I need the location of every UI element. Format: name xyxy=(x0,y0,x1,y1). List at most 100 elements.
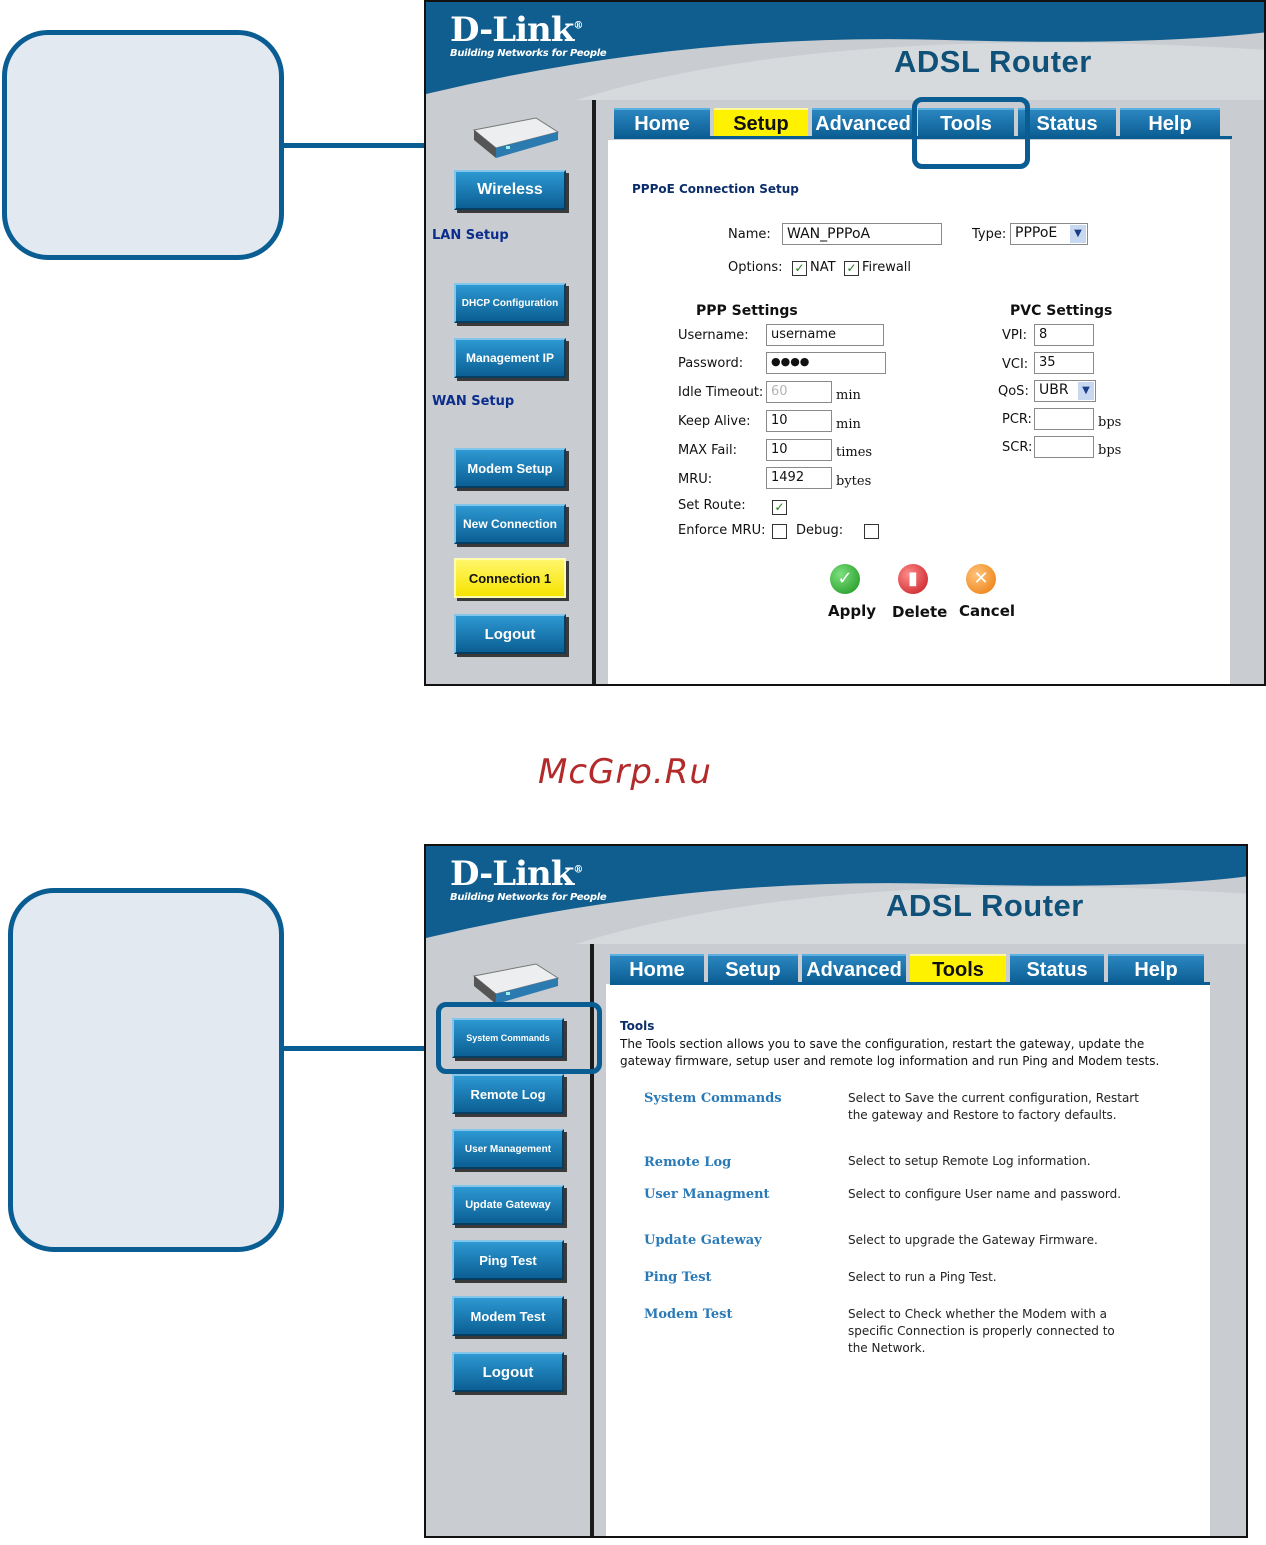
header-banner: D-Link® Building Networks for People ADS… xyxy=(426,2,1264,100)
delete-button[interactable]: Delete xyxy=(892,603,947,621)
desc-user-management: Select to configure User name and passwo… xyxy=(848,1187,1122,1201)
keep-alive-unit: min xyxy=(836,417,861,432)
tab-tools[interactable]: Tools xyxy=(910,954,1006,984)
debug-checkbox[interactable] xyxy=(864,524,879,539)
sidebar-divider xyxy=(592,100,596,684)
sidebar-modem-setup-button[interactable]: Modem Setup xyxy=(454,448,566,488)
x-circle-icon[interactable]: ✕ xyxy=(966,564,996,594)
nat-checkbox[interactable]: ✓ xyxy=(792,261,807,276)
link-user-management[interactable]: User Managment xyxy=(644,1187,770,1202)
set-route-checkbox[interactable]: ✓ xyxy=(772,500,787,515)
qos-select[interactable]: UBR ▼ xyxy=(1034,380,1096,402)
tab-status[interactable]: Status xyxy=(1010,954,1104,984)
sidebar-update-gateway-button[interactable]: Update Gateway xyxy=(452,1185,564,1225)
debug-label: Debug: xyxy=(796,523,844,538)
desc-ping-test: Select to run a Ping Test. xyxy=(848,1270,997,1284)
desc-system-commands: Select to Save the current configuration… xyxy=(848,1091,1139,1122)
enforce-mru-checkbox[interactable] xyxy=(772,524,787,539)
watermark-text: McGrp.Ru xyxy=(538,752,712,792)
keep-alive-input[interactable]: 10 xyxy=(766,410,832,432)
sidebar-management-ip-button[interactable]: Management IP xyxy=(454,338,566,378)
product-title: ADSL Router xyxy=(894,44,1092,79)
dlink-slogan: Building Networks for People xyxy=(450,892,607,903)
pcr-input[interactable] xyxy=(1034,408,1094,430)
ppp-settings-heading: PPP Settings xyxy=(696,303,798,319)
check-circle-icon[interactable]: ✓ xyxy=(830,564,860,594)
type-label: Type: xyxy=(972,227,1007,242)
router-screen-tools: D-Link® Building Networks for People ADS… xyxy=(424,844,1248,1538)
vci-input[interactable]: 35 xyxy=(1034,352,1094,374)
trash-icon[interactable]: ▮ xyxy=(898,564,928,594)
sidebar-ping-test-button[interactable]: Ping Test xyxy=(452,1240,564,1280)
idle-timeout-label: Idle Timeout: xyxy=(678,385,764,400)
link-ping-test[interactable]: Ping Test xyxy=(644,1270,712,1285)
pcr-unit: bps xyxy=(1098,415,1122,430)
tab-help[interactable]: Help xyxy=(1120,108,1220,138)
tools-intro: The Tools section allows you to save the… xyxy=(620,1037,1160,1068)
desc-update-gateway: Select to upgrade the Gateway Firmware. xyxy=(848,1233,1098,1247)
type-select[interactable]: PPPoE ▼ xyxy=(1010,223,1088,245)
max-fail-input[interactable]: 10 xyxy=(766,439,832,461)
link-update-gateway[interactable]: Update Gateway xyxy=(644,1233,762,1248)
keep-alive-label: Keep Alive: xyxy=(678,414,751,429)
sidebar-wireless-button[interactable]: Wireless xyxy=(454,170,566,210)
dlink-slogan: Building Networks for People xyxy=(450,48,607,59)
tools-heading: Tools xyxy=(620,1019,655,1033)
sidebar-logout-button[interactable]: Logout xyxy=(452,1352,564,1392)
sidebar-new-connection-button[interactable]: New Connection xyxy=(454,504,566,544)
firewall-checkbox[interactable]: ✓ xyxy=(844,261,859,276)
sidebar-logout-button[interactable]: Logout xyxy=(454,614,566,654)
sidebar-remote-log-button[interactable]: Remote Log xyxy=(452,1074,564,1114)
nat-label: NAT xyxy=(810,260,836,275)
sidebar-connection1-button[interactable]: Connection 1 xyxy=(454,558,566,598)
router-device-icon xyxy=(472,117,560,158)
pcr-label: PCR: xyxy=(1002,412,1032,427)
apply-button[interactable]: Apply xyxy=(828,602,876,620)
vpi-input[interactable]: 8 xyxy=(1034,324,1094,346)
chevron-down-icon: ▼ xyxy=(1078,382,1094,400)
scr-input[interactable] xyxy=(1034,436,1094,458)
tools-tab-highlight xyxy=(912,97,1030,169)
system-commands-highlight xyxy=(436,1002,602,1074)
set-route-label: Set Route: xyxy=(678,498,746,513)
tab-bar-underline xyxy=(610,982,1210,985)
password-input[interactable]: ●●●● xyxy=(766,352,886,374)
password-label: Password: xyxy=(678,356,744,371)
tab-home[interactable]: Home xyxy=(614,108,710,138)
callout-box-top xyxy=(2,30,284,260)
sidebar-dhcp-button[interactable]: DHCP Configuration xyxy=(454,283,566,323)
link-modem-test[interactable]: Modem Test xyxy=(644,1307,732,1322)
name-label: Name: xyxy=(728,227,771,242)
chevron-down-icon: ▼ xyxy=(1070,225,1086,243)
tab-advanced[interactable]: Advanced xyxy=(802,954,906,984)
username-label: Username: xyxy=(678,328,749,343)
link-system-commands[interactable]: System Commands xyxy=(644,1091,782,1106)
sidebar-modem-test-button[interactable]: Modem Test xyxy=(452,1296,564,1336)
tab-status[interactable]: Status xyxy=(1018,108,1116,138)
cancel-button[interactable]: Cancel xyxy=(959,602,1015,620)
section-title: PPPoE Connection Setup xyxy=(632,182,799,196)
name-input[interactable]: WAN_PPPoA xyxy=(782,223,942,245)
vci-label: VCI: xyxy=(1002,357,1029,372)
tab-setup[interactable]: Setup xyxy=(708,954,798,984)
idle-timeout-input[interactable]: 60 xyxy=(766,381,832,403)
dlink-logo: D-Link® xyxy=(450,854,583,894)
tab-help[interactable]: Help xyxy=(1108,954,1204,984)
tab-advanced[interactable]: Advanced xyxy=(812,108,914,138)
max-fail-unit: times xyxy=(836,445,873,460)
mru-input[interactable]: 1492 xyxy=(766,467,832,489)
lan-setup-label: LAN Setup xyxy=(432,228,509,243)
header-banner: D-Link® Building Networks for People ADS… xyxy=(426,846,1246,944)
username-input[interactable]: username xyxy=(766,324,884,346)
link-remote-log[interactable]: Remote Log xyxy=(644,1155,731,1170)
tab-setup[interactable]: Setup xyxy=(714,108,808,138)
sidebar-user-management-button[interactable]: User Management xyxy=(452,1129,564,1169)
main-tab-bar: Home Setup Advanced Tools Status Help xyxy=(610,954,1208,984)
router-screen-setup: D-Link® Building Networks for People ADS… xyxy=(424,0,1266,686)
tab-home[interactable]: Home xyxy=(610,954,704,984)
vpi-label: VPI: xyxy=(1002,328,1027,343)
callout-box-bottom xyxy=(8,888,284,1252)
callout-connector-bottom xyxy=(284,1046,438,1051)
firewall-label: Firewall xyxy=(862,260,912,275)
wan-setup-label: WAN Setup xyxy=(432,394,515,409)
